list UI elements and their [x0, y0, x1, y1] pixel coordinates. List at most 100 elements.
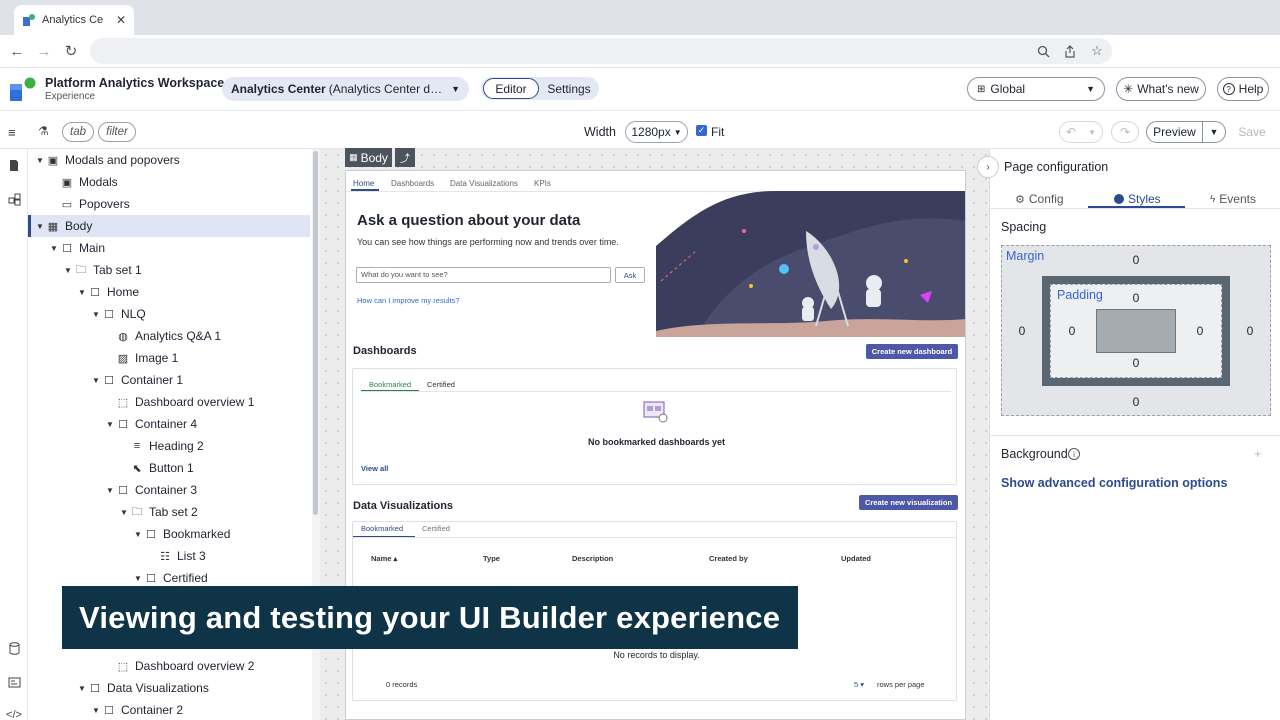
column-header-type[interactable]: Type	[483, 554, 500, 563]
tree-item[interactable]: ⬚ Dashboard overview 1	[28, 391, 310, 413]
share-icon[interactable]	[1063, 44, 1077, 58]
tab-filter-chip[interactable]: tab	[62, 122, 94, 142]
tree-item[interactable]: ▨ Image 1	[28, 347, 310, 369]
tree-item[interactable]: ▭ Popovers	[28, 193, 310, 215]
ask-button[interactable]: Ask	[615, 267, 645, 283]
margin-bottom-value[interactable]: 0	[1128, 395, 1144, 409]
margin-top-value[interactable]: 0	[1128, 253, 1144, 267]
scope-select[interactable]: ⊞ Global ▼	[967, 77, 1105, 101]
column-header-updated[interactable]: Updated	[841, 554, 871, 563]
create-visualization-button[interactable]: Create new visualization	[859, 495, 958, 510]
dash-tab-certified[interactable]: Certified	[427, 380, 455, 389]
save-button[interactable]: Save	[1233, 121, 1271, 143]
back-icon[interactable]: ←	[8, 42, 26, 60]
tree-item[interactable]: ☷ List 3	[28, 545, 310, 567]
caret-down-icon[interactable]: ▼	[132, 530, 144, 539]
code-icon[interactable]: </>	[6, 707, 22, 720]
caret-down-icon[interactable]: ▼	[48, 244, 60, 253]
caret-down-icon[interactable]: ▼	[90, 310, 102, 319]
fit-checkbox[interactable]: ✓	[696, 125, 707, 136]
components-icon[interactable]	[6, 191, 22, 207]
tree-item[interactable]: ▼ ☐ Container 2	[28, 699, 310, 720]
tree-item[interactable]: ▼ 🗀 Tab set 1	[28, 259, 310, 281]
tree-item[interactable]: ▼ ☐ Data Visualizations	[28, 677, 310, 699]
column-header-created-by[interactable]: Created by	[709, 554, 748, 563]
settings-mode-button[interactable]: Settings	[539, 78, 599, 99]
page-tab-home[interactable]: Home	[353, 179, 374, 188]
margin-left-value[interactable]: 0	[1014, 324, 1030, 338]
info-icon[interactable]: i	[1068, 448, 1080, 460]
caret-down-icon[interactable]: ▼	[132, 574, 144, 583]
close-tab-icon[interactable]: ✕	[116, 13, 126, 27]
tree-item[interactable]: ◍ Analytics Q&A 1	[28, 325, 310, 347]
padding-right-value[interactable]: 0	[1192, 324, 1208, 338]
caret-down-icon[interactable]: ▼	[104, 486, 116, 495]
viz-tab-bookmarked[interactable]: Bookmarked	[361, 524, 403, 533]
menu-icon[interactable]: ≡	[8, 125, 16, 140]
tab-config[interactable]: ⚙ Config	[1015, 189, 1064, 209]
client-state-icon[interactable]	[6, 674, 22, 690]
column-header-name[interactable]: Name ▴	[371, 554, 397, 563]
improve-results-link[interactable]: How can I improve my results?	[357, 296, 460, 305]
page-tab-dashboards[interactable]: Dashboards	[391, 179, 434, 188]
margin-right-value[interactable]: 0	[1242, 324, 1258, 338]
tab-events[interactable]: ϟ Events	[1210, 189, 1256, 209]
collapse-panel-button[interactable]: ›	[977, 156, 999, 178]
caret-down-icon[interactable]: ▼	[118, 508, 130, 517]
browser-tab[interactable]: Analytics Ce ✕	[14, 5, 134, 35]
preview-button[interactable]: Preview	[1147, 122, 1203, 142]
rows-per-page-select[interactable]: 5 ▾	[854, 680, 864, 689]
caret-down-icon[interactable]: ▼	[76, 288, 88, 297]
tree-item[interactable]: ▼ ▣ Modals and popovers	[28, 149, 310, 171]
tree-item[interactable]: ▼ 🗀 Tab set 2	[28, 501, 310, 523]
tree-item[interactable]: ▣ Modals	[28, 171, 310, 193]
tree-item[interactable]: ⬉ Button 1	[28, 457, 310, 479]
tree-item[interactable]: ▼ ▦ Body	[28, 215, 310, 237]
tree-item[interactable]: ▼ ☐ Container 3	[28, 479, 310, 501]
column-header-description[interactable]: Description	[572, 554, 613, 563]
width-select[interactable]: 1280px ▼	[625, 121, 688, 143]
padding-top-value[interactable]: 0	[1128, 291, 1144, 305]
reload-icon[interactable]: ↻	[62, 42, 80, 60]
page-tree-icon[interactable]	[6, 157, 22, 173]
view-all-link[interactable]: View all	[361, 464, 388, 473]
caret-down-icon[interactable]: ▼	[90, 376, 102, 385]
address-bar[interactable]	[90, 38, 1112, 64]
tree-item[interactable]: ≡ Heading 2	[28, 435, 310, 457]
zoom-icon[interactable]	[1036, 44, 1050, 58]
tree-scrollbar-thumb[interactable]	[313, 151, 318, 515]
redo-button[interactable]: ↷	[1111, 121, 1139, 143]
help-button[interactable]: ? Help	[1217, 77, 1269, 101]
body-badge[interactable]: ▦ Body	[345, 148, 392, 167]
dash-tab-bookmarked[interactable]: Bookmarked	[369, 380, 411, 389]
tree-item[interactable]: ▼ ☐ NLQ	[28, 303, 310, 325]
experience-select[interactable]: Analytics Center (Analytics Center def..…	[222, 77, 469, 101]
preview-menu-icon[interactable]: ▼	[1203, 127, 1225, 137]
create-dashboard-button[interactable]: Create new dashboard	[866, 344, 958, 359]
bookmark-star-icon[interactable]: ☆	[1090, 43, 1104, 58]
forward-icon[interactable]: →	[35, 42, 53, 60]
whats-new-button[interactable]: ✳ What's new	[1116, 77, 1206, 101]
caret-down-icon[interactable]: ▼	[76, 684, 88, 693]
advanced-options-link[interactable]: Show advanced configuration options	[1001, 476, 1227, 490]
tree-item[interactable]: ▼ ☐ Container 4	[28, 413, 310, 435]
tree-item[interactable]: ⬚ Dashboard overview 2	[28, 655, 310, 677]
flask-icon[interactable]: ⚗	[38, 124, 49, 138]
padding-left-value[interactable]: 0	[1064, 324, 1080, 338]
tree-item[interactable]: ▼ ☐ Home	[28, 281, 310, 303]
caret-down-icon[interactable]: ▼	[34, 156, 46, 165]
caret-down-icon[interactable]: ▼	[62, 266, 74, 275]
page-tab-kpis[interactable]: KPIs	[534, 179, 551, 188]
padding-bottom-value[interactable]: 0	[1128, 356, 1144, 370]
caret-down-icon[interactable]: ▼	[104, 420, 116, 429]
editor-mode-button[interactable]: Editor	[483, 78, 539, 99]
tree-item[interactable]: ▼ ☐ Main	[28, 237, 310, 259]
select-parent-icon[interactable]: ⤴	[395, 148, 415, 167]
add-icon[interactable]: +	[1254, 446, 1262, 461]
tree-item[interactable]: ▼ ☐ Container 1	[28, 369, 310, 391]
ask-input[interactable]: What do you want to see?	[356, 267, 611, 283]
page-tab-data-visualizations[interactable]: Data Visualizations	[450, 179, 518, 188]
viz-tab-certified[interactable]: Certified	[422, 524, 450, 533]
tree-item[interactable]: ▼ ☐ Bookmarked	[28, 523, 310, 545]
undo-button[interactable]: ↶ ▼	[1059, 121, 1103, 143]
